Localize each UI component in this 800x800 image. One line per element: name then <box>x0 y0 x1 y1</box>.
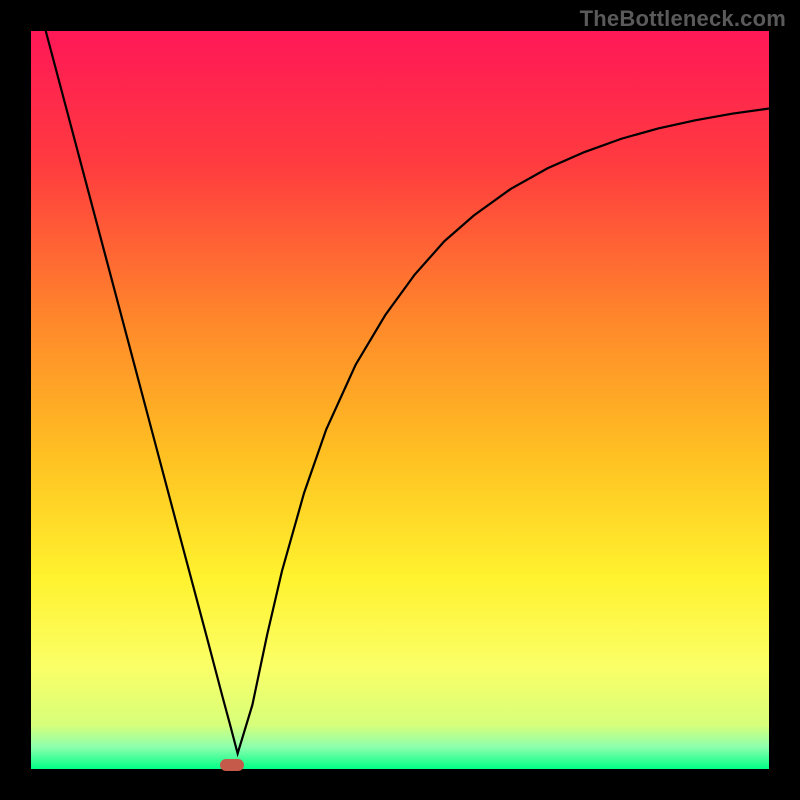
chart-canvas: TheBottleneck.com <box>0 0 800 800</box>
bottleneck-curve <box>46 31 769 754</box>
watermark-text: TheBottleneck.com <box>580 6 786 32</box>
optimal-point-marker <box>220 759 244 771</box>
curve-layer <box>31 31 769 769</box>
